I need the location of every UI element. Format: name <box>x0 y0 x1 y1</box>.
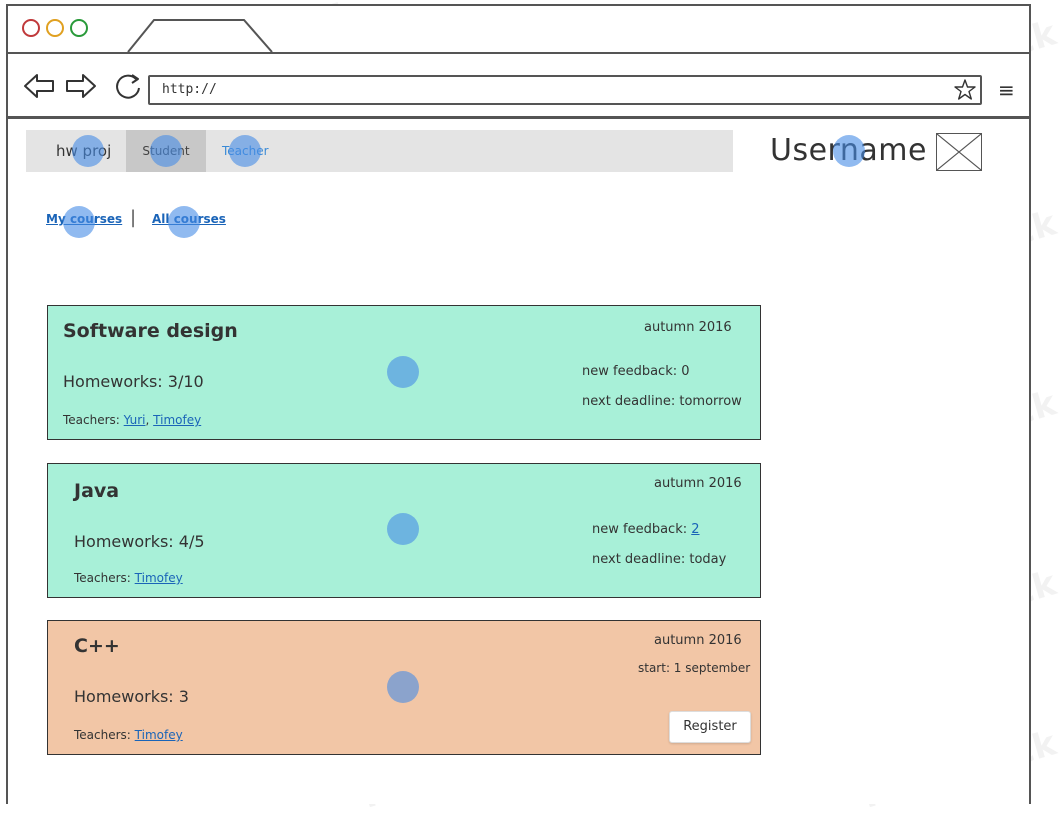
browser-tab[interactable] <box>126 18 276 52</box>
tab-student[interactable]: Student <box>126 130 206 172</box>
app-navbar: hw proj Student Teacher <box>26 130 733 172</box>
browser-navbar: ≡ <box>8 52 1029 119</box>
avatar[interactable] <box>936 133 982 171</box>
address-bar[interactable] <box>148 75 982 105</box>
teachers-label: Teachers: <box>63 413 120 427</box>
hamburger-menu-icon[interactable]: ≡ <box>998 80 1015 100</box>
course-title[interactable]: C++ <box>74 635 120 657</box>
course-feedback: new feedback: 0 <box>582 364 690 379</box>
course-deadline: next deadline: today <box>592 552 727 567</box>
course-start: start: 1 september <box>638 661 751 675</box>
teacher-separator: , <box>145 413 150 427</box>
course-card-java[interactable]: Java autumn 2016 Homeworks: 4/5 new feed… <box>47 463 761 598</box>
teacher-link-yuri[interactable]: Yuri <box>124 413 146 427</box>
course-term: autumn 2016 <box>654 476 742 491</box>
username-label[interactable]: Username <box>770 133 927 168</box>
course-teachers: Teachers: Timofey <box>74 728 183 742</box>
link-separator: | <box>130 207 137 228</box>
all-courses-link[interactable]: All courses <box>152 212 226 226</box>
browser-titlebar <box>8 6 1029 54</box>
maximize-window-dot[interactable] <box>70 19 88 37</box>
course-feedback: new feedback: 2 <box>592 522 700 537</box>
feedback-count-link[interactable]: 2 <box>691 522 699 537</box>
url-input[interactable] <box>162 82 952 97</box>
course-card-cpp[interactable]: C++ autumn 2016 start: 1 september Homew… <box>47 620 761 755</box>
teachers-label: Teachers: <box>74 571 131 585</box>
bookmark-star-icon[interactable] <box>954 79 976 101</box>
course-homeworks: Homeworks: 3 <box>74 687 189 706</box>
course-filter-links: My courses <box>46 212 122 226</box>
course-card-software-design[interactable]: Software design autumn 2016 Homeworks: 3… <box>47 305 761 440</box>
back-arrow-icon[interactable] <box>22 72 56 100</box>
course-teachers: Teachers: Timofey <box>74 571 183 585</box>
course-homeworks: Homeworks: 3/10 <box>63 372 204 391</box>
feedback-label: new feedback: <box>592 522 688 537</box>
course-title[interactable]: Java <box>74 480 119 502</box>
course-teachers: Teachers: Yuri, Timofey <box>63 413 201 427</box>
register-button[interactable]: Register <box>669 711 751 743</box>
teacher-link-timofey[interactable]: Timofey <box>135 728 183 742</box>
course-homeworks: Homeworks: 4/5 <box>74 532 205 551</box>
close-window-dot[interactable] <box>22 19 40 37</box>
forward-arrow-icon[interactable] <box>64 72 98 100</box>
tab-teacher[interactable]: Teacher <box>222 130 269 172</box>
teacher-link-timofey[interactable]: Timofey <box>135 571 183 585</box>
minimize-window-dot[interactable] <box>46 19 64 37</box>
teacher-link-timofey[interactable]: Timofey <box>153 413 201 427</box>
course-term: autumn 2016 <box>654 633 742 648</box>
course-term: autumn 2016 <box>644 320 732 335</box>
app-brand[interactable]: hw proj <box>56 130 111 172</box>
course-title[interactable]: Software design <box>63 320 238 342</box>
course-deadline: next deadline: tomorrow <box>582 394 742 409</box>
reload-icon[interactable] <box>112 72 144 100</box>
teachers-label: Teachers: <box>74 728 131 742</box>
course-filter-links-all: All courses <box>152 212 226 226</box>
my-courses-link[interactable]: My courses <box>46 212 122 226</box>
